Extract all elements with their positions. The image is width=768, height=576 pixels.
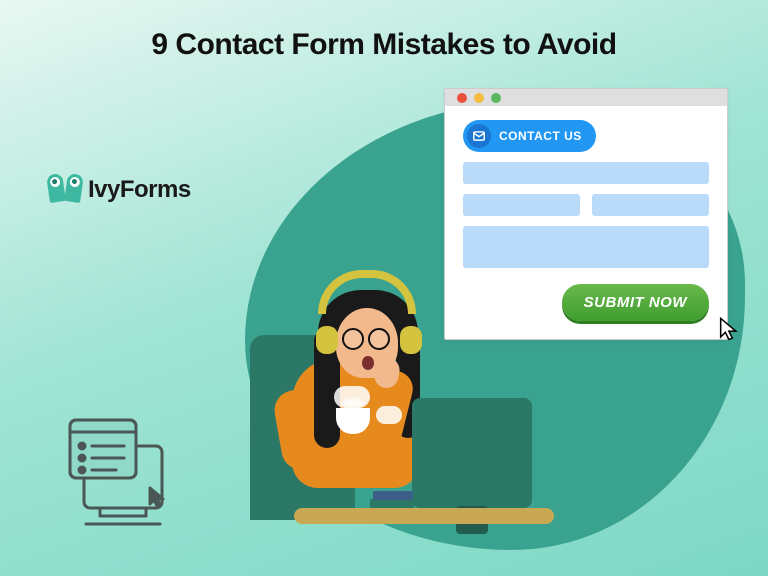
sweater-pattern: [334, 386, 370, 408]
books: [370, 488, 414, 508]
headphone-cup: [400, 326, 422, 354]
window-max-dot: [491, 93, 501, 103]
form-field-2[interactable]: [463, 194, 580, 216]
form-body: CONTACT US SUBMIT NOW: [445, 106, 727, 339]
mouth: [362, 356, 374, 370]
mail-icon: [467, 124, 491, 148]
cursor-icon: [716, 316, 744, 344]
headphones: [318, 270, 416, 314]
ivyforms-logo-icon: [48, 174, 84, 206]
form-field-3[interactable]: [592, 194, 709, 216]
browser-titlebar: [445, 89, 727, 106]
page-title: 9 Contact Form Mistakes to Avoid: [0, 0, 768, 62]
monitor: [412, 398, 532, 508]
headphone-cup: [316, 326, 338, 354]
glasses-icon: [342, 328, 394, 348]
contact-page-line-icon: [54, 410, 184, 540]
ivyforms-logo-text: IvyForms: [88, 176, 191, 204]
desk: [294, 508, 554, 524]
window-min-dot: [474, 93, 484, 103]
contact-form-mockup: CONTACT US SUBMIT NOW: [444, 88, 728, 340]
ivyforms-logo: IvyForms: [48, 174, 191, 206]
window-close-dot: [457, 93, 467, 103]
contact-us-label: CONTACT US: [499, 129, 582, 143]
contact-us-button[interactable]: CONTACT US: [463, 120, 596, 152]
form-field-1[interactable]: [463, 162, 709, 184]
submit-button[interactable]: SUBMIT NOW: [562, 284, 709, 321]
submit-label: SUBMIT NOW: [584, 294, 687, 311]
sweater-pattern: [376, 406, 402, 424]
form-field-4[interactable]: [463, 226, 709, 268]
